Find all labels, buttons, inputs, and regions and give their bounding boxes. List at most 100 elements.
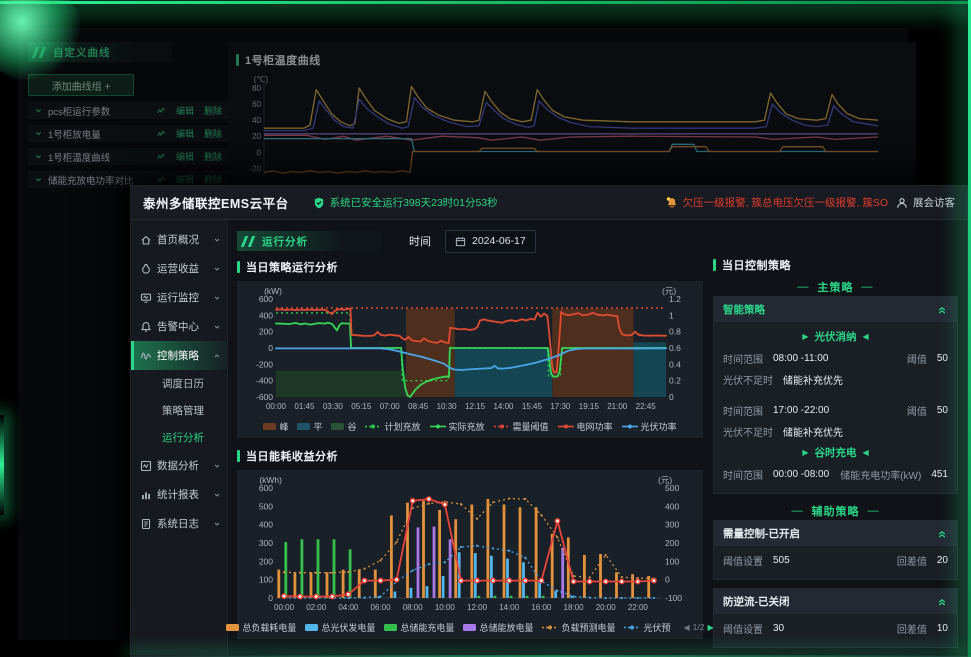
legend-line-swatch xyxy=(494,423,510,430)
curve-list-item[interactable]: 1号柜温度曲线 编辑 删除 xyxy=(28,148,228,165)
time-filter-label: 时间 xyxy=(409,233,431,249)
legend-line-swatch xyxy=(622,423,638,430)
sidebar-item-control-strategy[interactable]: 控制策略 xyxy=(131,341,227,370)
chevron-down-icon xyxy=(34,175,43,184)
shield-icon xyxy=(313,197,325,209)
svg-text:400: 400 xyxy=(259,310,273,320)
sidebar-subitem-dispatch-calendar[interactable]: 调度日历 xyxy=(131,370,227,397)
chevron-down-icon xyxy=(213,323,221,331)
main-content: 运行分析 时间 2024-06-17 xyxy=(228,220,967,656)
legend-prev-page-icon[interactable]: ◀ xyxy=(683,623,689,632)
sidebar-item-home[interactable]: 首页概况 xyxy=(131,225,227,254)
date-picker[interactable]: 2024-06-17 xyxy=(445,230,536,253)
strategy-row: 阈值设置 505 回差值 20 xyxy=(723,550,948,571)
svg-text:200: 200 xyxy=(665,538,679,548)
delete-link[interactable]: 删除 xyxy=(204,127,222,140)
legend-item[interactable]: 谷 xyxy=(331,420,356,433)
curve-label: pcs柜运行参数 xyxy=(48,104,151,118)
demand-control-card-header[interactable]: 需量控制-已开启 xyxy=(714,521,957,546)
legend-item[interactable]: 实际充放 xyxy=(430,420,485,433)
bar-chart-icon xyxy=(140,489,152,501)
sidebar-item-alarms[interactable]: 告警中心 xyxy=(131,312,227,341)
legend-pagination: ◀1/2▶ xyxy=(683,622,713,632)
svg-text:16:00: 16:00 xyxy=(531,603,552,612)
legend-item[interactable]: 光伏预 xyxy=(624,621,670,634)
legend-item[interactable]: 平 xyxy=(297,420,322,433)
delete-link[interactable]: 删除 xyxy=(204,150,222,163)
svg-text:-600: -600 xyxy=(256,392,273,402)
edit-link[interactable]: 编辑 xyxy=(176,127,194,140)
svg-text:06:00: 06:00 xyxy=(371,603,392,612)
legend-item[interactable]: 峰 xyxy=(263,420,288,433)
legend-item[interactable]: 总储能充电量 xyxy=(384,621,454,634)
svg-text:500: 500 xyxy=(259,501,273,511)
legend-item[interactable]: 光伏功率 xyxy=(622,420,677,433)
svg-text:0.6: 0.6 xyxy=(669,343,681,353)
svg-text:200: 200 xyxy=(259,327,273,337)
anti-backflow-card-header[interactable]: 防逆流-已关闭 xyxy=(714,589,957,614)
edit-link[interactable]: 编辑 xyxy=(176,104,194,117)
legend-item[interactable]: 总负载耗电量 xyxy=(226,621,296,634)
smart-strategy-card-header[interactable]: 智能策略 xyxy=(714,297,957,322)
legend-swatch xyxy=(226,624,239,631)
chevron-down-icon xyxy=(213,294,221,302)
control-section-title: 当日控制策略 xyxy=(713,257,958,274)
chevron-down-icon xyxy=(34,129,43,138)
top-bar: 泰州多储联控EMS云平台 系统已安全运行398天23时01分53秒 欠压一级报警… xyxy=(131,186,967,220)
legend-item[interactable]: 电网功率 xyxy=(558,420,613,433)
screenshot-stage: 自定义曲线 添加曲线组 + pcs柜运行参数 编辑 删除 1号柜放电量 编辑 删… xyxy=(0,0,971,657)
aux-strategy-divider: — 辅助策略 — xyxy=(713,502,958,520)
alarm-ticker[interactable]: 欠压一级报警, 簇总电压欠压一级报警, 簇SO xyxy=(665,195,888,210)
sidebar-item-label: 统计报表 xyxy=(157,487,199,502)
legend-item[interactable]: 总储能放电量 xyxy=(463,621,533,634)
user-account[interactable]: 展会访客 xyxy=(896,195,955,210)
sidebar-item-monitoring[interactable]: 运行监控 xyxy=(131,283,227,312)
section-bar xyxy=(236,54,239,66)
temperature-chart-title: 1号柜温度曲线 xyxy=(245,52,321,68)
legend-item[interactable]: 总光伏发电量 xyxy=(305,621,375,634)
curve-list-item[interactable]: 1号柜放电量 编辑 删除 xyxy=(28,125,228,142)
legend-item[interactable]: 负载预测电量 xyxy=(542,621,615,634)
legend-line-swatch xyxy=(624,624,640,631)
svg-text:500: 500 xyxy=(665,483,679,493)
safe-run-status: 系统已安全运行398天23时01分53秒 xyxy=(313,195,498,210)
app-title: 泰州多储联控EMS云平台 xyxy=(143,193,289,212)
temperature-chart: (℃)806040200-20 xyxy=(236,74,908,191)
sidebar-subitem-run-analysis[interactable]: 运行分析 xyxy=(131,424,227,451)
waveform-icon xyxy=(140,350,152,362)
curve-list-item[interactable]: pcs柜运行参数 编辑 删除 xyxy=(28,102,228,119)
svg-text:00:00: 00:00 xyxy=(266,402,287,411)
line-chart-icon[interactable] xyxy=(156,175,166,184)
chevron-down-icon xyxy=(213,265,221,273)
collapse-icon[interactable] xyxy=(936,528,948,539)
delete-link[interactable]: 删除 xyxy=(204,104,222,117)
line-chart-icon[interactable] xyxy=(156,152,166,161)
svg-text:22:00: 22:00 xyxy=(628,603,649,612)
user-icon xyxy=(896,197,908,209)
legend-next-page-icon[interactable]: ▶ xyxy=(707,623,713,632)
sidebar-item-revenue[interactable]: 运营收益 xyxy=(131,254,227,283)
svg-text:600: 600 xyxy=(259,483,273,493)
chevron-down-icon xyxy=(213,491,221,499)
strategy-row: 光伏不足时 储能补充优先 xyxy=(723,421,948,442)
svg-text:-100: -100 xyxy=(665,593,682,603)
sidebar-item-label: 首页概况 xyxy=(157,232,199,247)
legend-item[interactable]: 计划充放 xyxy=(365,420,420,433)
sidebar-item-data-analysis[interactable]: 数据分析 xyxy=(131,451,227,480)
collapse-icon[interactable] xyxy=(936,304,948,315)
line-chart-icon[interactable] xyxy=(156,129,166,138)
svg-text:0.8: 0.8 xyxy=(669,327,681,337)
edit-link[interactable]: 编辑 xyxy=(176,150,194,163)
collapse-icon[interactable] xyxy=(936,596,948,607)
sidebar-item-reports[interactable]: 统计报表 xyxy=(131,480,227,509)
banner-slash-icon xyxy=(248,236,255,247)
sidebar-subitem-strategy-management[interactable]: 策略管理 xyxy=(131,397,227,424)
sidebar-item-system-logs[interactable]: 系统日志 xyxy=(131,509,227,538)
legend-item[interactable]: 需量阈值 xyxy=(494,420,549,433)
svg-text:19:15: 19:15 xyxy=(579,402,600,411)
chevron-down-icon xyxy=(213,462,221,470)
glow-left-streak xyxy=(0,415,4,515)
line-chart-icon[interactable] xyxy=(156,106,166,115)
svg-text:20:00: 20:00 xyxy=(596,603,617,612)
svg-text:05:15: 05:15 xyxy=(351,402,372,411)
